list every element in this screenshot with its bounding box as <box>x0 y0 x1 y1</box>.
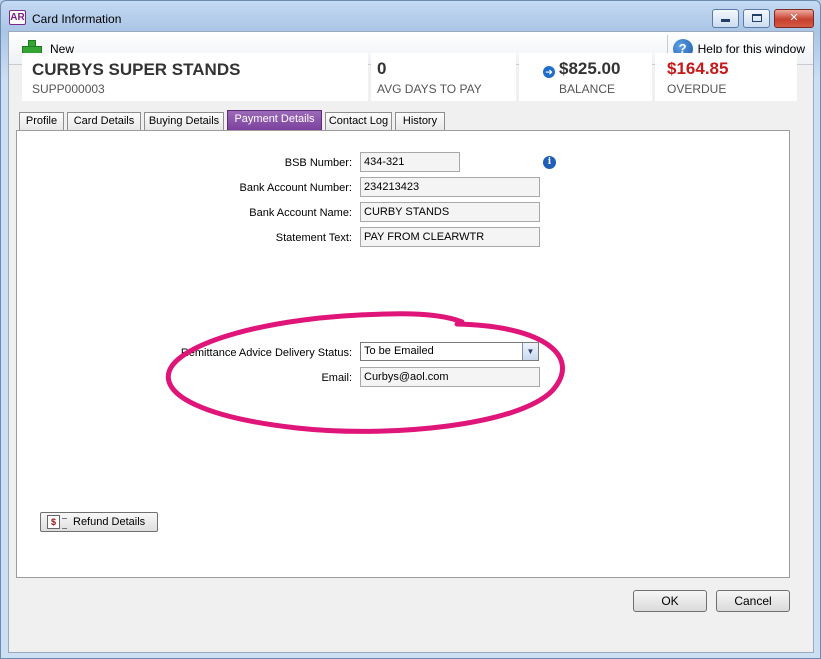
maximize-button[interactable] <box>743 9 770 28</box>
overdue-value: $164.85 <box>667 59 729 78</box>
email-input[interactable]: Curbys@aol.com <box>360 367 540 387</box>
avg-days-card: 0 AVG DAYS TO PAY <box>371 53 516 101</box>
remittance-status-label: Remittance Advice Delivery Status: <box>180 347 352 359</box>
bsb-input[interactable]: 434-321 <box>360 152 460 172</box>
card-summary: CURBYS SUPER STANDS SUPP000003 0 AVG DAY… <box>22 53 797 101</box>
payment-details-panel: BSB Number: 434-321 i Bank Account Numbe… <box>16 130 790 578</box>
account-number-label: Bank Account Number: <box>239 182 352 194</box>
remittance-status-value: To be Emailed <box>364 345 434 357</box>
tab-profile[interactable]: Profile <box>19 112 64 130</box>
arrow-right-icon[interactable]: ➜ <box>543 66 555 78</box>
statement-text-input[interactable]: PAY FROM CLEARWTR <box>360 227 540 247</box>
tab-history[interactable]: History <box>395 112 445 130</box>
balance-value: $825.00 <box>559 59 621 78</box>
tab-contact-log[interactable]: Contact Log <box>325 112 392 130</box>
refund-details-button[interactable]: $ Refund Details <box>40 512 158 532</box>
refund-document-icon: $ <box>47 515 67 529</box>
account-number-input[interactable]: 234213423 <box>360 177 540 197</box>
info-icon[interactable]: i <box>543 156 556 169</box>
remittance-status-select[interactable]: To be Emailed ▼ <box>360 342 539 361</box>
chevron-down-icon[interactable]: ▼ <box>522 343 538 360</box>
balance-card[interactable]: ➜ $825.00 BALANCE <box>519 53 652 101</box>
highlight-circle-annotation <box>165 311 565 434</box>
close-icon: ✕ <box>789 12 799 24</box>
tab-payment-details[interactable]: Payment Details <box>227 110 322 131</box>
overdue-label: OVERDUE <box>667 82 727 96</box>
avg-days-value: 0 <box>377 59 387 78</box>
minimize-button[interactable] <box>712 9 739 28</box>
close-button[interactable]: ✕ <box>774 9 814 28</box>
window-title: Card Information <box>32 12 122 26</box>
avg-days-label: AVG DAYS TO PAY <box>377 82 482 96</box>
card-information-window: AR Card Information ✕ New ? Help for thi… <box>0 0 821 659</box>
balance-label: BALANCE <box>559 82 616 96</box>
email-label: Email: <box>321 372 352 384</box>
minimize-icon <box>721 19 730 22</box>
bsb-label: BSB Number: <box>284 157 352 169</box>
cancel-button[interactable]: Cancel <box>716 590 790 612</box>
overdue-card: $164.85 OVERDUE <box>655 53 797 101</box>
refund-details-label: Refund Details <box>73 516 146 528</box>
account-name-input[interactable]: CURBY STANDS <box>360 202 540 222</box>
ok-button[interactable]: OK <box>633 590 707 612</box>
company-card: CURBYS SUPER STANDS SUPP000003 <box>22 53 368 101</box>
account-name-label: Bank Account Name: <box>249 207 352 219</box>
statement-text-label: Statement Text: <box>275 232 352 244</box>
app-logo-icon: AR <box>9 10 26 25</box>
title-bar[interactable]: AR Card Information ✕ <box>1 1 820 31</box>
tab-card-details[interactable]: Card Details <box>67 112 141 130</box>
card-id: SUPP000003 <box>32 82 105 96</box>
company-name: CURBYS SUPER STANDS <box>32 60 241 79</box>
tab-buying-details[interactable]: Buying Details <box>144 112 224 130</box>
maximize-icon <box>751 14 762 22</box>
